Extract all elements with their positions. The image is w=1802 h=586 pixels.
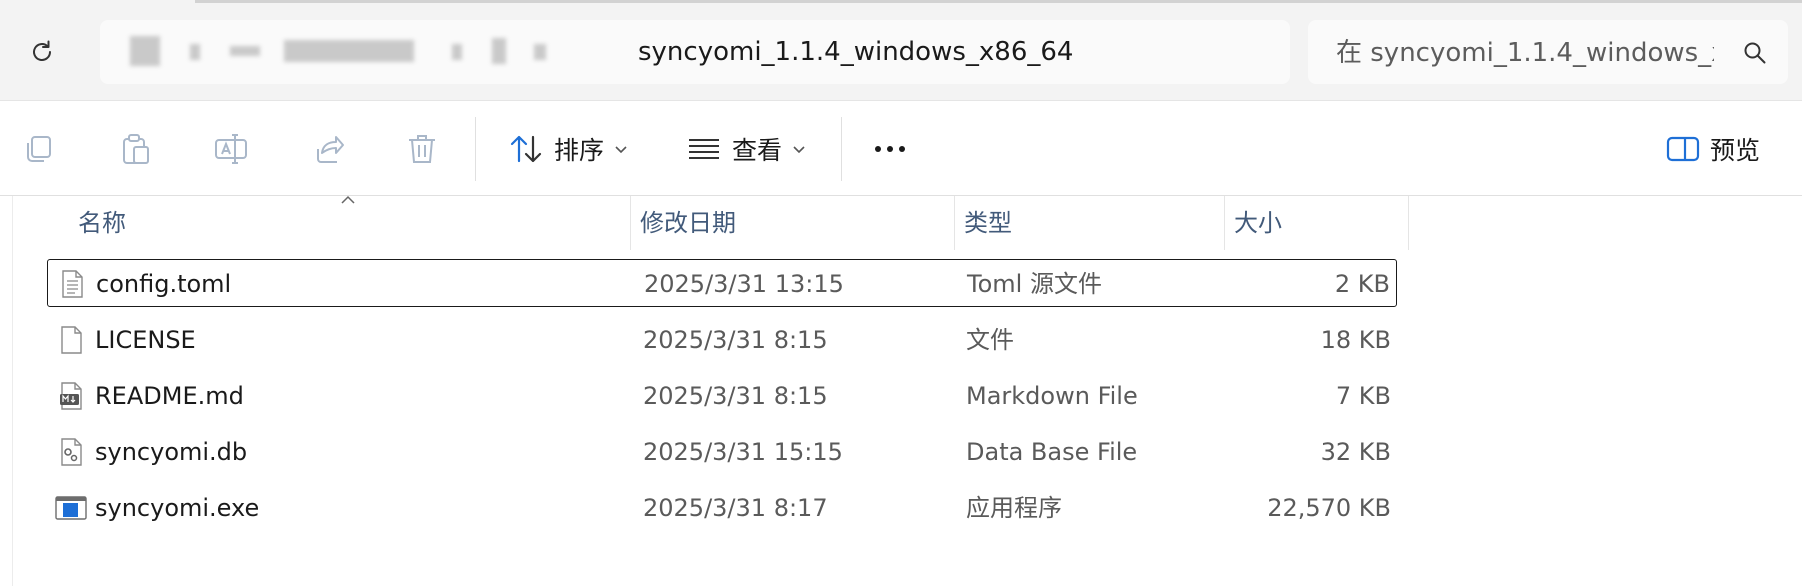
column-header-modified[interactable]: 修改日期	[630, 196, 966, 250]
text-file-icon	[62, 270, 83, 298]
column-header-type[interactable]: 类型	[954, 196, 1224, 250]
command-bar: 排序 查看 预览	[0, 101, 1802, 196]
more-options-button[interactable]	[868, 131, 912, 167]
blank-file-icon	[61, 326, 82, 354]
search-input[interactable]	[1334, 34, 1716, 72]
file-size: 7 KB	[1335, 382, 1391, 410]
chevron-down-icon	[615, 146, 627, 154]
breadcrumb[interactable]: syncyomi_1.1.4_windows_x86_64	[100, 20, 1290, 84]
rename-icon[interactable]	[213, 131, 249, 167]
search-icon[interactable]	[1742, 40, 1768, 66]
file-row[interactable]: config.toml 2025/3/31 13:15 Toml 源文件 2 K…	[47, 259, 1397, 307]
file-name: syncyomi.db	[95, 438, 248, 466]
breadcrumb-current-folder[interactable]: syncyomi_1.1.4_windows_x86_64	[638, 36, 1073, 68]
sort-button[interactable]: 排序	[508, 127, 628, 171]
paste-icon[interactable]	[118, 131, 154, 167]
chevron-down-icon	[793, 146, 805, 154]
file-modified: 2025/3/31 13:15	[644, 270, 844, 298]
copy-icon[interactable]	[22, 131, 58, 167]
application-icon	[55, 496, 87, 520]
more-dots-icon	[875, 146, 905, 152]
file-size: 22,570 KB	[1267, 494, 1391, 522]
toolbar-separator	[841, 117, 842, 181]
delete-icon[interactable]	[404, 131, 440, 167]
preview-pane-button[interactable]: 预览	[1666, 127, 1760, 171]
sort-label: 排序	[554, 136, 605, 165]
column-divider	[1408, 196, 1409, 250]
preview-label: 预览	[1710, 136, 1761, 165]
refresh-button[interactable]	[20, 34, 64, 70]
view-list-icon	[689, 139, 719, 159]
file-type: 文件	[966, 326, 1014, 354]
sort-icon	[510, 135, 542, 163]
markdown-file-icon	[60, 382, 82, 410]
address-bar: syncyomi_1.1.4_windows_x86_64	[0, 0, 1802, 101]
view-button[interactable]: 查看	[686, 127, 806, 171]
file-name: README.md	[95, 382, 244, 410]
share-icon[interactable]	[310, 131, 346, 167]
file-row[interactable]: syncyomi.exe 2025/3/31 8:17 应用程序 22,570 …	[47, 484, 1397, 532]
file-size: 2 KB	[1334, 270, 1390, 298]
sort-ascending-icon	[341, 195, 355, 204]
file-modified: 2025/3/31 8:15	[643, 382, 828, 410]
settings-file-icon	[61, 438, 82, 466]
file-type: Toml 源文件	[967, 270, 1102, 298]
file-row[interactable]: syncyomi.db 2025/3/31 15:15 Data Base Fi…	[47, 428, 1397, 476]
column-header-size[interactable]: 大小	[1224, 196, 1408, 250]
preview-pane-icon	[1666, 136, 1700, 162]
file-type: Markdown File	[966, 382, 1138, 410]
file-row[interactable]: README.md 2025/3/31 8:15 Markdown File 7…	[47, 372, 1397, 420]
file-size: 32 KB	[1320, 438, 1391, 466]
file-type: Data Base File	[966, 438, 1138, 466]
file-modified: 2025/3/31 8:15	[643, 326, 828, 354]
file-name: config.toml	[96, 270, 232, 298]
column-header: 名称 修改日期 类型 大小	[12, 196, 1409, 250]
file-modified: 2025/3/31 15:15	[643, 438, 843, 466]
navigation-pane-edge	[12, 196, 13, 586]
toolbar-separator	[475, 117, 476, 181]
refresh-icon	[33, 40, 51, 61]
file-modified: 2025/3/31 8:17	[643, 494, 828, 522]
file-type: 应用程序	[966, 494, 1062, 522]
file-row[interactable]: LICENSE 2025/3/31 8:15 文件 18 KB	[47, 316, 1397, 364]
redacted-path-segments	[120, 36, 620, 68]
window-top-edge	[195, 0, 1802, 3]
file-size: 18 KB	[1320, 326, 1391, 354]
search-box[interactable]	[1308, 20, 1788, 84]
file-name: LICENSE	[95, 326, 196, 354]
file-name: syncyomi.exe	[95, 494, 260, 522]
view-label: 查看	[732, 136, 783, 165]
